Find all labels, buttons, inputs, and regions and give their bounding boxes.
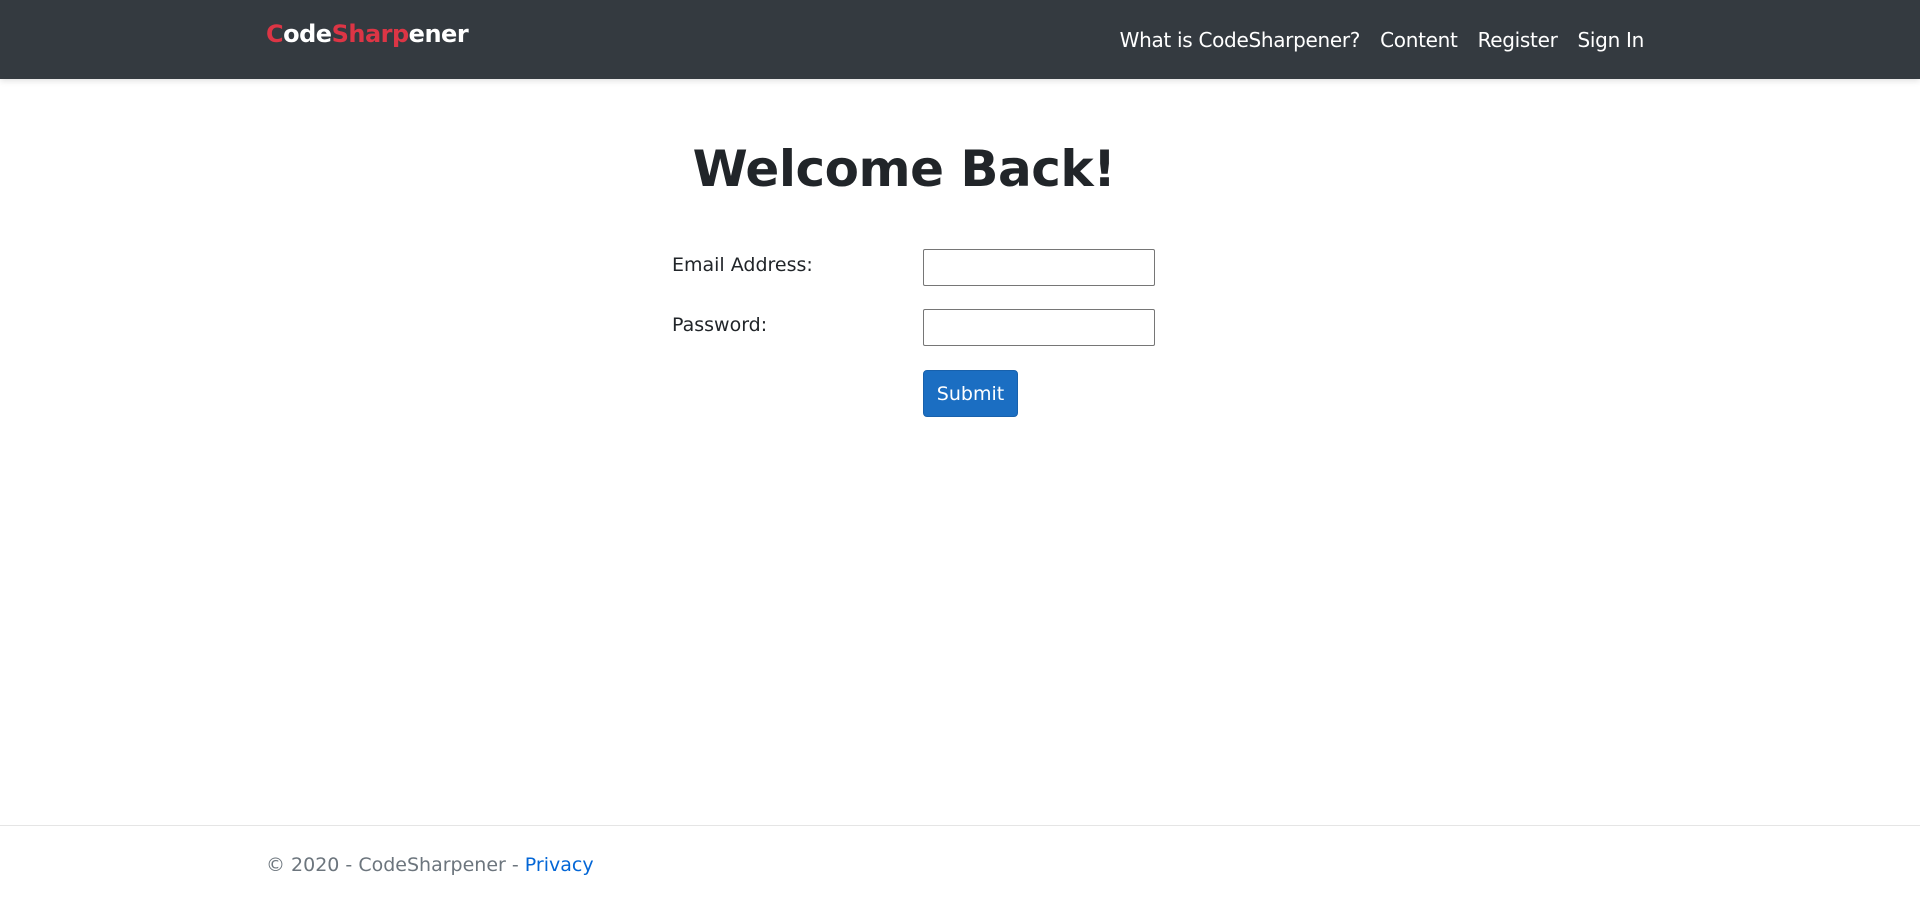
nav-link-content[interactable]: Content [1380, 28, 1458, 52]
top-navbar: CodeSharpener What is CodeSharpener? Con… [0, 0, 1920, 79]
password-label: Password: [672, 314, 768, 336]
password-field[interactable] [923, 309, 1155, 346]
brand-part: ener [408, 20, 469, 48]
submit-button[interactable]: Submit [923, 370, 1018, 417]
main-nav: What is CodeSharpener? Content Register … [1120, 0, 1645, 79]
brand-logo-link[interactable]: CodeSharpener [266, 20, 469, 48]
privacy-link[interactable]: Privacy [525, 854, 594, 876]
nav-link-what-is[interactable]: What is CodeSharpener? [1120, 28, 1361, 52]
footer-text: © 2020 - CodeSharpener - Privacy [266, 854, 594, 876]
brand-part: C [266, 20, 284, 48]
brand-part: ode [283, 20, 332, 48]
brand-part: Sharp [331, 20, 410, 48]
page-title: Welcome Back! [692, 140, 1116, 198]
page-footer: © 2020 - CodeSharpener - Privacy [0, 825, 1920, 901]
nav-link-sign-in[interactable]: Sign In [1578, 28, 1645, 52]
copyright-text: © 2020 - CodeSharpener - [266, 854, 525, 876]
main-content: Welcome Back! Email Address: Password: S… [0, 79, 1920, 825]
email-field[interactable] [923, 249, 1155, 286]
email-label: Email Address: [672, 254, 813, 276]
nav-link-register[interactable]: Register [1478, 28, 1558, 52]
